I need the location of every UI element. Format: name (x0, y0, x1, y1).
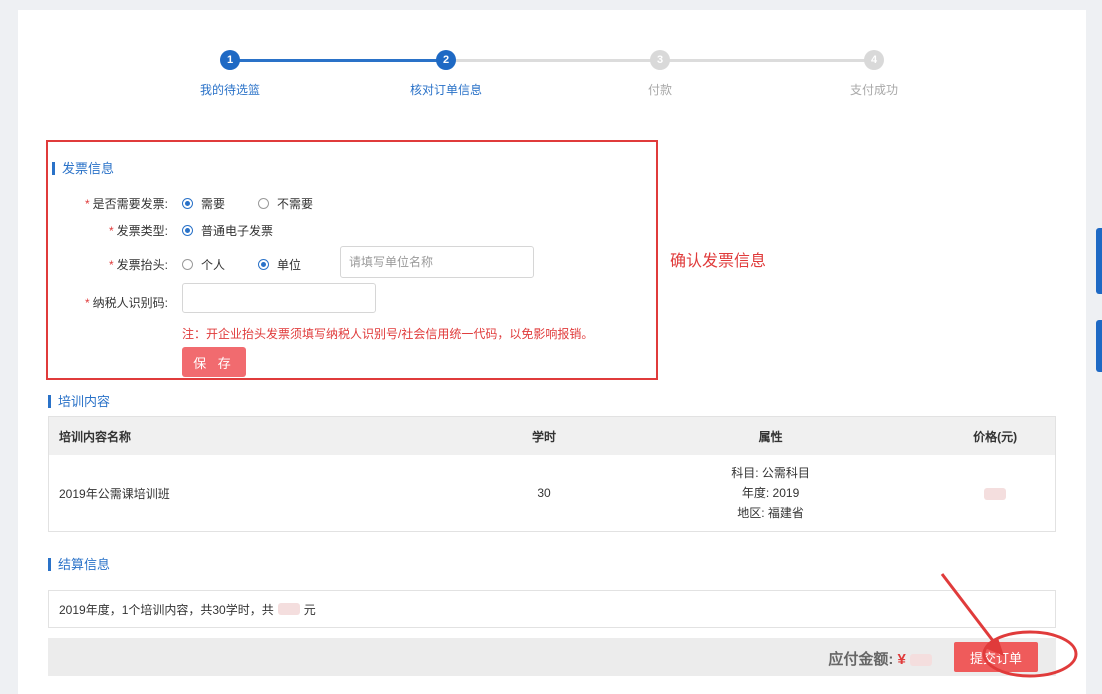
annotation-text: 确认发票信息 (670, 253, 767, 270)
payable-amount: 应付金额: ¥ (828, 648, 932, 669)
summary-unit: 元 (303, 602, 316, 617)
table-row: 2019年公需课培训班 30 科目: 公需科目 年度: 2019 地区: 福建省 (49, 455, 1055, 531)
header-personal-radio[interactable]: 个人 (182, 256, 225, 273)
attr-subject: 科目: 公需科目 (731, 466, 810, 480)
invoice-note: 注：开企业抬头发票须填写纳税人识别号/社会信用统一代码，以免影响报销。 (182, 327, 594, 341)
table-header-row: 培训内容名称 学时 属性 价格(元) (49, 417, 1055, 455)
tax-id-label: * 纳税人识别码: (84, 296, 168, 310)
column-header-price: 价格(元) (973, 429, 1018, 444)
invoice-section-title: 发票信息 (52, 162, 114, 175)
header-company-radio[interactable]: 单位 (258, 256, 301, 273)
course-price (935, 486, 1055, 500)
settlement-section-title: 结算信息 (48, 558, 110, 571)
redacted-amount (910, 654, 932, 667)
payment-bar: 应付金额: ¥ 提交订单 (48, 638, 1056, 676)
company-name-input[interactable] (340, 246, 534, 278)
submit-order-button[interactable]: 提交订单 (954, 642, 1038, 672)
course-hours: 30 (537, 486, 551, 500)
training-section-title: 培训内容 (48, 395, 110, 408)
step-2-label: 核对订单信息 (409, 83, 482, 97)
course-name: 2019年公需课培训班 (59, 486, 170, 501)
invoice-type-label: * 发票类型: (108, 224, 168, 238)
order-page: 1 2 3 4 我的待选篮 核对订单信息 付款 支付成功 发票信息 * 是否需要发… (18, 10, 1086, 694)
column-header-hours: 学时 (532, 429, 557, 444)
column-header-name: 培训内容名称 (59, 429, 132, 444)
currency-symbol: ¥ (897, 651, 906, 668)
step-4-label: 支付成功 (849, 83, 898, 97)
training-table: 培训内容名称 学时 属性 价格(元) 2019年公需课培训班 30 科目: 公需… (48, 416, 1056, 532)
step-1-badge: 1 (220, 50, 240, 70)
tax-id-input[interactable] (182, 283, 376, 313)
step-2-badge: 2 (436, 50, 456, 70)
need-invoice-label: * 是否需要发票: (84, 197, 168, 211)
save-button[interactable]: 保 存 (182, 347, 246, 377)
step-4-badge: 4 (864, 50, 884, 70)
step-3-badge: 3 (650, 50, 670, 70)
need-invoice-no-radio[interactable]: 不需要 (258, 195, 313, 212)
invoice-type-electronic-radio[interactable]: 普通电子发票 (182, 222, 273, 239)
step-3-label: 付款 (647, 83, 672, 97)
invoice-header-label: * 发票抬头: (108, 258, 168, 272)
progress-stepper: 1 2 3 4 我的待选篮 核对订单信息 付款 支付成功 (18, 10, 1086, 120)
need-invoice-yes-radio[interactable]: 需要 (182, 195, 225, 212)
step-1-label[interactable]: 我的待选篮 (150, 81, 310, 98)
attr-region: 地区: 福建省 (737, 506, 804, 520)
redacted-total (277, 603, 300, 615)
summary-text: 2019年度，1个培训内容，共30学时，共 (59, 602, 274, 617)
redacted-price (984, 487, 1007, 500)
side-float-tab[interactable] (1096, 228, 1102, 294)
attr-year: 年度: 2019 (741, 486, 800, 500)
column-header-attributes: 属性 (758, 429, 783, 444)
side-float-tab[interactable] (1096, 320, 1102, 372)
invoice-highlight-box: 发票信息 * 是否需要发票: 需要 不需要 * 发票类型: 普通电子发票 * 发票抬头… (46, 140, 658, 380)
course-attributes: 科目: 公需科目 年度: 2019 地区: 福建省 (606, 463, 935, 523)
settlement-summary: 2019年度，1个培训内容，共30学时，共 元 (48, 590, 1056, 628)
step-connector (230, 59, 446, 62)
